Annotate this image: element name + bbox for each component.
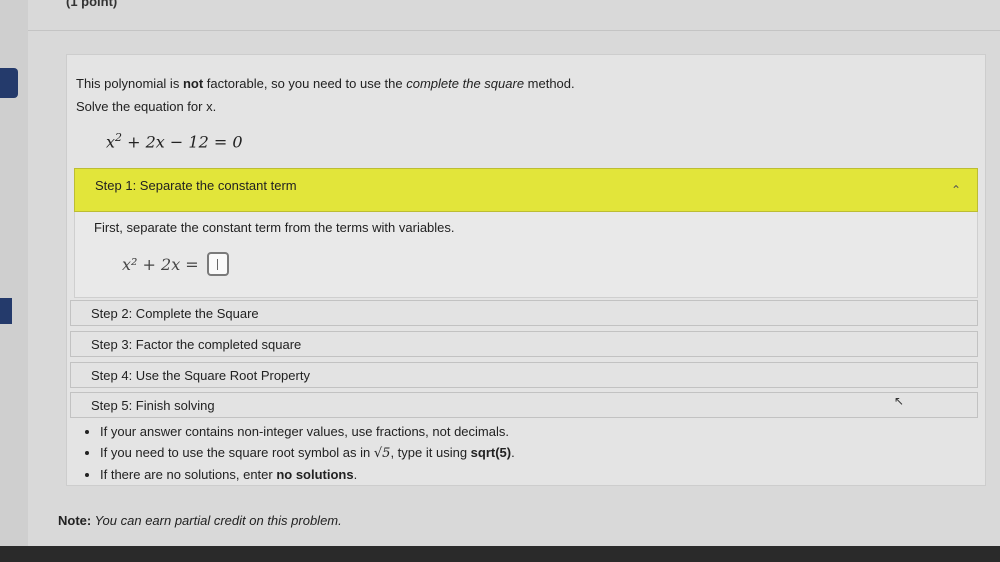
note-label: Note: xyxy=(58,513,92,528)
step-1-header[interactable]: Step 1: Separate the constant term ⌃ xyxy=(74,168,978,212)
tip-text: . xyxy=(353,467,358,482)
list-item: If your answer contains non-integer valu… xyxy=(100,422,515,441)
step-4-header[interactable]: Step 4: Use the Square Root Property xyxy=(70,362,978,388)
intro-italic: complete the square xyxy=(406,76,525,91)
intro-text: This polynomial is xyxy=(76,76,183,91)
chevron-up-icon[interactable]: ⌃ xyxy=(951,183,961,197)
divider xyxy=(28,30,1000,31)
main-equation: x2 + 2x − 12 = 0 xyxy=(106,131,243,151)
tip-text: If your answer contains non-integer valu… xyxy=(100,424,509,439)
step-3-header[interactable]: Step 3: Factor the completed square xyxy=(70,331,978,357)
step-label: Step 3: Factor the completed square xyxy=(91,337,302,352)
intro-text: method. xyxy=(524,76,575,91)
tip-text: . xyxy=(511,445,515,460)
tip-text: If there are no solutions, enter xyxy=(100,467,277,482)
equation-rest: + 2x − 12 = 0 xyxy=(127,132,243,152)
cursor-icon: ↖ xyxy=(894,394,905,408)
step-label: Step 1: Separate the constant term xyxy=(95,178,297,193)
tip-text: If you need to use the square root symbo… xyxy=(100,445,374,460)
answer-input[interactable] xyxy=(206,252,229,276)
points-label: (1 point) xyxy=(66,0,118,9)
solve-prompt: Solve the equation for x. xyxy=(76,99,217,114)
equation-exponent: 2 xyxy=(115,131,123,144)
step-label: Step 2: Complete the Square xyxy=(91,306,259,321)
tip-text: , type it using xyxy=(390,445,471,460)
tips-list: If your answer contains non-integer valu… xyxy=(84,422,515,486)
tip-bold: no solutions xyxy=(276,467,354,482)
step-label: Step 4: Use the Square Root Property xyxy=(91,368,310,383)
intro-bold: not xyxy=(182,76,204,91)
step-1-equation: x² + 2x = xyxy=(122,252,229,276)
step-equation-lhs: x² + 2x = xyxy=(122,254,199,274)
step-2-header[interactable]: Step 2: Complete the Square xyxy=(70,300,978,326)
step-label: Step 5: Finish solving xyxy=(91,398,215,413)
step-5-header[interactable]: Step 5: Finish solving xyxy=(70,392,978,418)
step-instruction: First, separate the constant term from t… xyxy=(94,220,455,235)
sidebar-tab-marker[interactable] xyxy=(0,298,12,324)
equation-variable: x xyxy=(106,132,116,152)
note-text: You can earn partial credit on this prob… xyxy=(91,513,342,528)
problem-intro: This polynomial is not factorable, so yo… xyxy=(76,76,575,91)
bottom-bezel xyxy=(0,546,1000,562)
list-item: If you need to use the square root symbo… xyxy=(100,443,515,463)
partial-credit-note: Note: You can earn partial credit on thi… xyxy=(58,513,342,528)
tip-bold: sqrt(5) xyxy=(470,445,512,460)
intro-text: factorable, so you need to use the xyxy=(203,76,407,91)
sqrt-symbol: √5 xyxy=(373,446,391,461)
sidebar-tab-marker[interactable] xyxy=(0,68,18,98)
list-item: If there are no solutions, enter no solu… xyxy=(100,465,515,484)
